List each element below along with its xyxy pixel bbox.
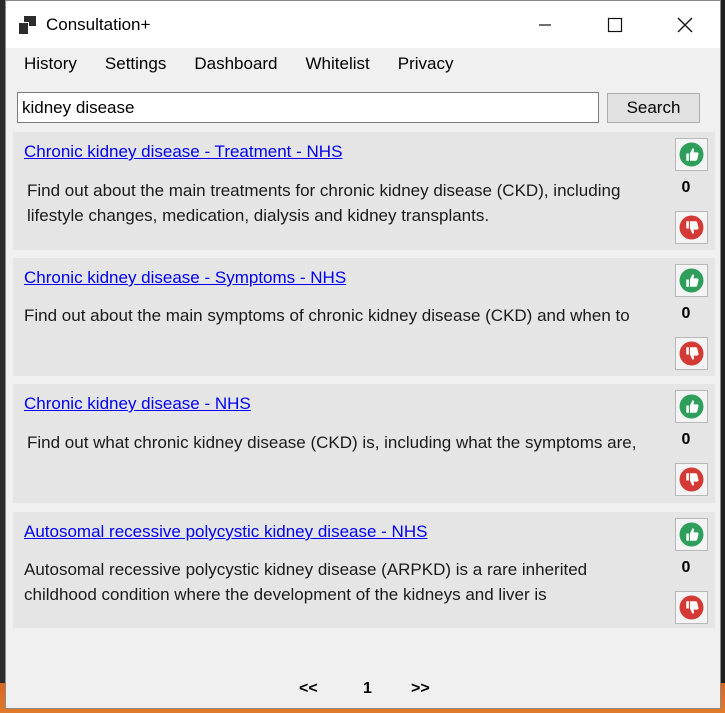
close-icon <box>677 17 693 32</box>
result-title-link[interactable]: Chronic kidney disease - Treatment - NHS <box>24 142 342 162</box>
upvote-button[interactable] <box>675 390 708 423</box>
menu-item-whitelist[interactable]: Whitelist <box>296 54 380 74</box>
result-title-link[interactable]: Autosomal recessive polycystic kidney di… <box>24 522 427 542</box>
thumbs-up-icon <box>679 142 704 167</box>
downvote-button[interactable] <box>675 211 708 244</box>
close-button[interactable] <box>650 1 720 48</box>
vote-controls: 0 <box>675 390 709 496</box>
maximize-button[interactable] <box>580 1 650 48</box>
current-page-number: 1 <box>363 680 372 697</box>
vote-controls: 0 <box>675 138 709 244</box>
upvote-button[interactable] <box>675 138 708 171</box>
search-input[interactable] <box>17 92 599 123</box>
thumbs-up-icon <box>679 268 704 293</box>
result-description: Find out what chronic kidney disease (CK… <box>27 433 637 452</box>
result-description: Autosomal recessive polycystic kidney di… <box>24 560 588 604</box>
search-button[interactable]: Search <box>607 93 700 123</box>
result-card: Chronic kidney disease - Symptoms - NHS … <box>13 258 715 376</box>
window-title: Consultation+ <box>46 14 151 34</box>
vote-controls: 0 <box>675 264 709 370</box>
result-card: Chronic kidney disease - NHS Find out wh… <box>13 384 715 503</box>
search-bar: Search <box>17 92 711 124</box>
thumbs-down-icon <box>679 215 704 240</box>
result-title-link[interactable]: Chronic kidney disease - Symptoms - NHS <box>24 268 346 288</box>
next-page-button[interactable]: >> <box>411 680 430 698</box>
thumbs-down-icon <box>679 595 704 620</box>
maximize-icon <box>607 17 623 32</box>
menu-item-dashboard[interactable]: Dashboard <box>184 54 287 74</box>
downvote-button[interactable] <box>675 337 708 370</box>
result-title-link[interactable]: Chronic kidney disease - NHS <box>24 394 251 414</box>
downvote-button[interactable] <box>675 463 708 496</box>
result-card: Chronic kidney disease - Treatment - NHS… <box>13 132 715 250</box>
minimize-button[interactable] <box>510 1 580 48</box>
previous-page-button[interactable]: << <box>299 680 318 698</box>
upvote-button[interactable] <box>675 518 708 551</box>
thumbs-down-icon <box>679 341 704 366</box>
menu-bar: History Settings Dashboard Whitelist Pri… <box>6 48 720 80</box>
vote-count: 0 <box>681 431 691 448</box>
thumbs-up-icon <box>679 394 704 419</box>
app-icon <box>18 15 38 35</box>
minimize-icon <box>539 23 551 26</box>
vote-count: 0 <box>681 559 691 576</box>
pagination: << 1 >> <box>6 680 720 700</box>
title-bar[interactable]: Consultation+ <box>6 1 720 48</box>
thumbs-down-icon <box>679 467 704 492</box>
window-controls <box>510 1 720 48</box>
menu-item-settings[interactable]: Settings <box>95 54 176 74</box>
vote-count: 0 <box>681 305 691 322</box>
upvote-button[interactable] <box>675 264 708 297</box>
downvote-button[interactable] <box>675 591 708 624</box>
app-window: Consultation+ History Settings Dashboard… <box>5 0 721 709</box>
vote-controls: 0 <box>675 518 709 624</box>
menu-item-history[interactable]: History <box>14 54 87 74</box>
thumbs-up-icon <box>679 522 704 547</box>
menu-item-privacy[interactable]: Privacy <box>388 54 464 74</box>
result-description: Find out about the main symptoms of chro… <box>24 306 630 325</box>
result-card: Autosomal recessive polycystic kidney di… <box>13 512 715 628</box>
results-list: Chronic kidney disease - Treatment - NHS… <box>13 132 715 636</box>
vote-count: 0 <box>681 179 691 196</box>
result-description: Find out about the main treatments for c… <box>27 181 621 225</box>
